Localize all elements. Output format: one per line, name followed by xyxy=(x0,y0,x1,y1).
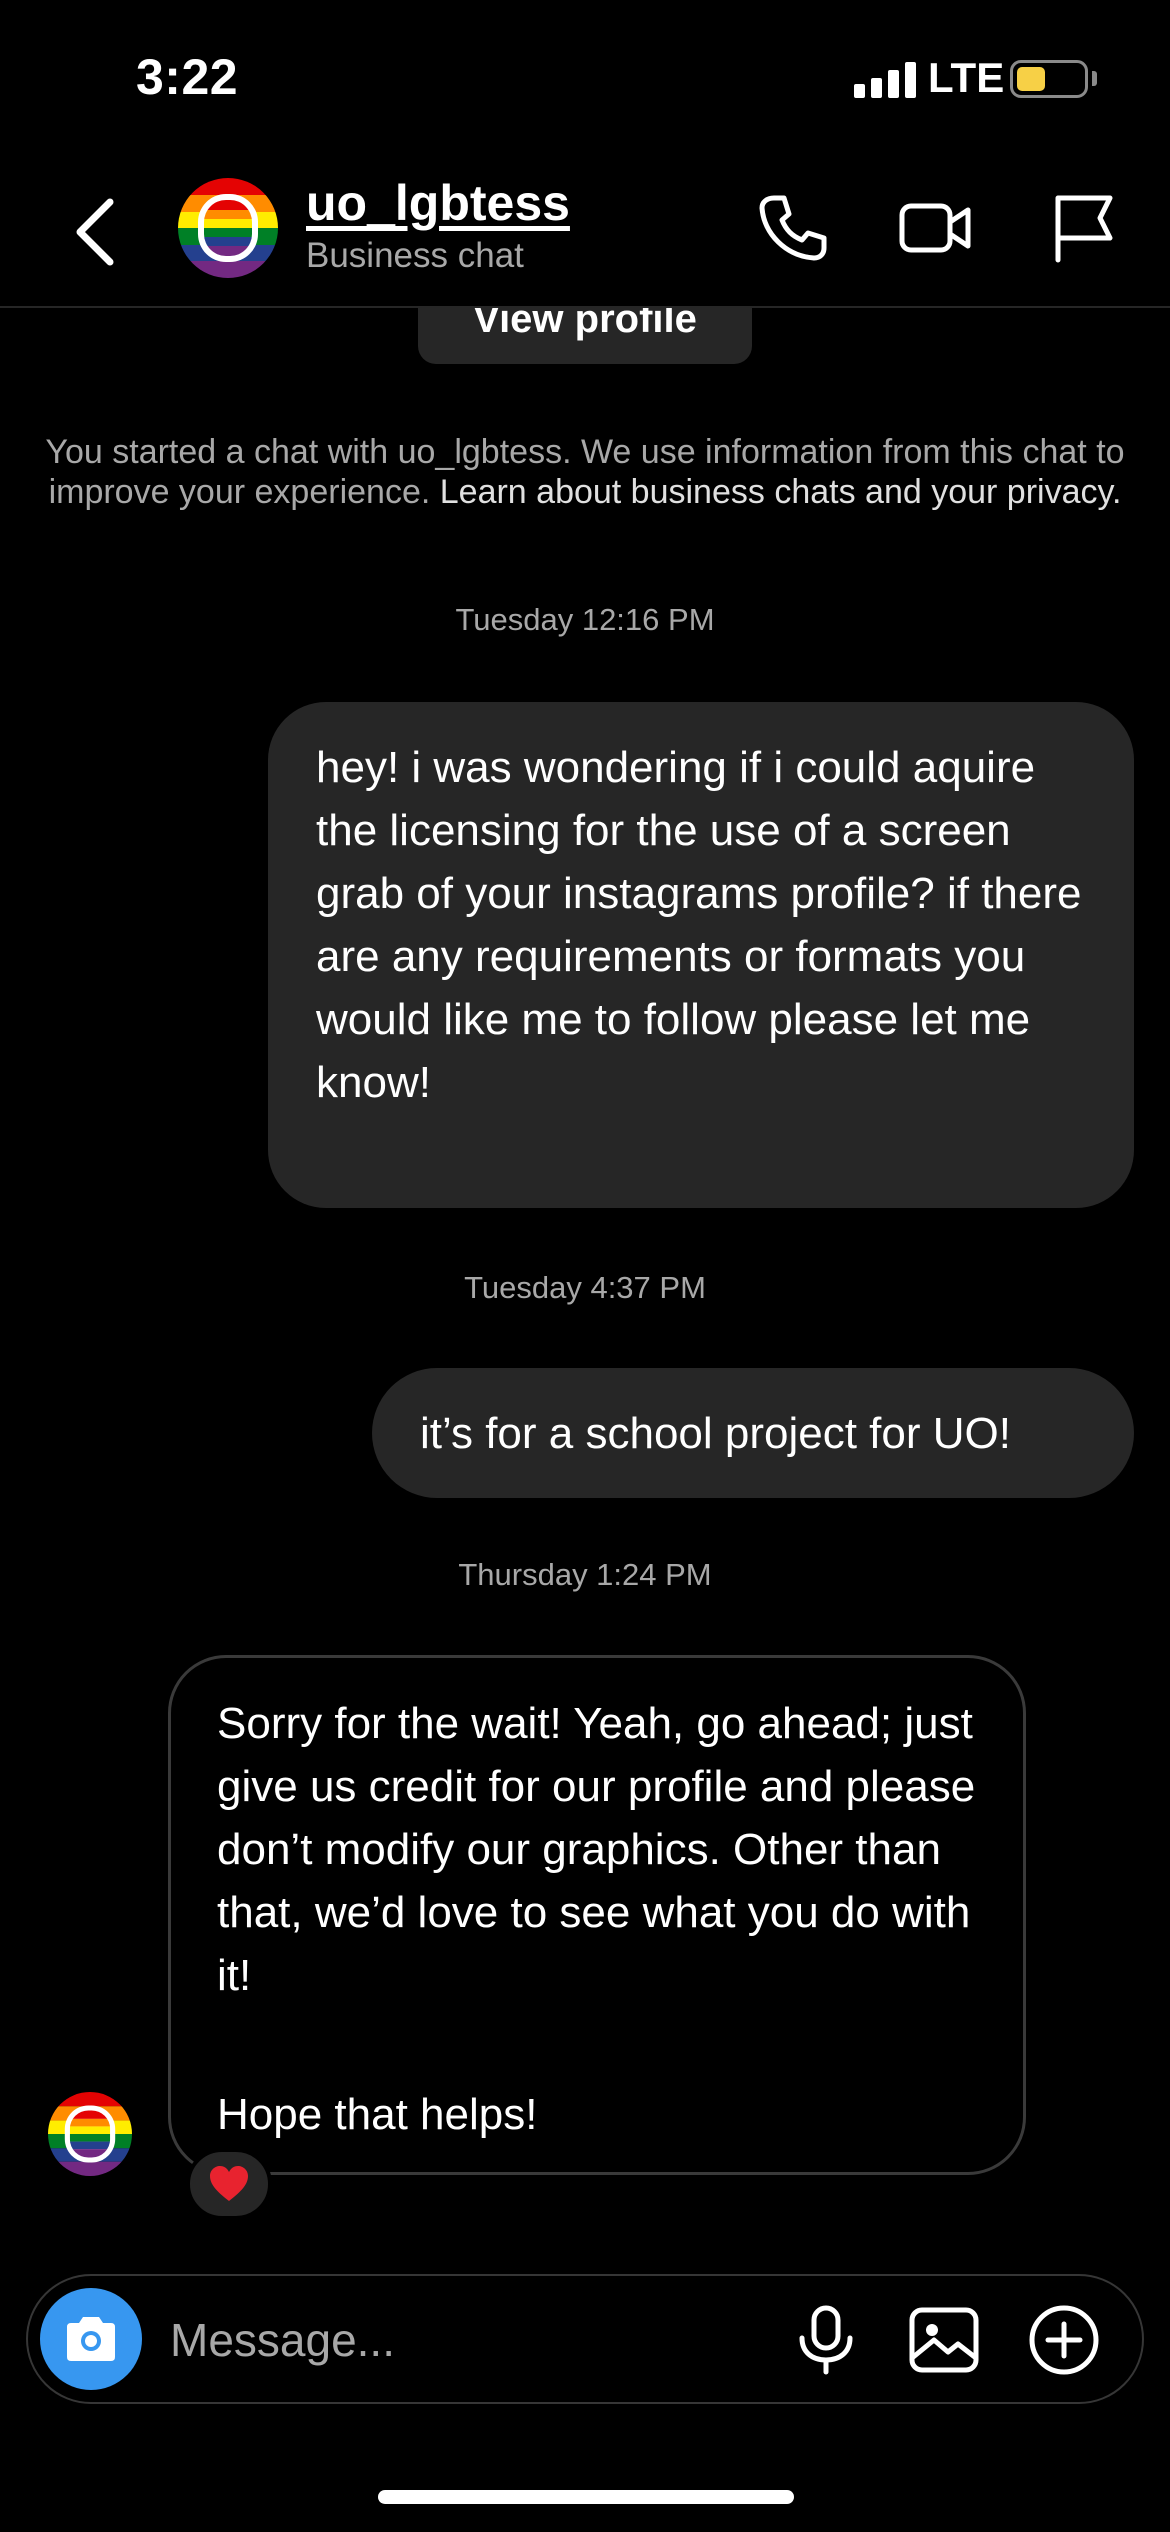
flag-icon[interactable] xyxy=(1044,188,1124,268)
incoming-message[interactable]: Sorry for the wait! Yeah, go ahead; just… xyxy=(168,1655,1026,2175)
chat-header: uo_lgbtess Business chat xyxy=(0,160,1170,308)
camera-button[interactable] xyxy=(40,2288,142,2390)
heart-reaction[interactable] xyxy=(186,2148,272,2220)
message-composer xyxy=(26,2274,1144,2404)
message-text: hey! i was wondering if i could aquire t… xyxy=(316,743,1082,1107)
signal-icon xyxy=(854,62,916,98)
video-call-icon[interactable] xyxy=(896,188,976,268)
battery-tip xyxy=(1092,71,1097,86)
outgoing-message[interactable]: hey! i was wondering if i could aquire t… xyxy=(268,702,1134,1208)
phone-icon[interactable] xyxy=(752,188,832,268)
add-icon[interactable] xyxy=(1024,2300,1104,2380)
camera-icon xyxy=(67,2317,115,2361)
message-text: it’s for a school project for UO! xyxy=(420,1409,1011,1458)
privacy-link[interactable]: Learn about business chats and your priv… xyxy=(440,473,1122,511)
chat-subtitle: Business chat xyxy=(306,236,524,275)
timestamp: Tuesday 12:16 PM xyxy=(455,602,715,637)
network-label: LTE xyxy=(928,54,1005,101)
outgoing-message[interactable]: it’s for a school project for UO! xyxy=(372,1368,1134,1498)
avatar[interactable] xyxy=(178,178,278,278)
message-text: Hope that helps! xyxy=(217,2090,538,2139)
business-chat-notice: You started a chat with uo_lgbtess. We u… xyxy=(28,432,1142,512)
timestamp: Tuesday 4:37 PM xyxy=(464,1270,706,1305)
message-input[interactable] xyxy=(170,2302,790,2378)
screen: 3:22 LTE View profile uo_lgbtess Busines… xyxy=(0,0,1170,2532)
sender-avatar[interactable] xyxy=(48,2092,132,2176)
gallery-icon[interactable] xyxy=(904,2300,984,2380)
message-text: Sorry for the wait! Yeah, go ahead; just… xyxy=(217,1699,976,2000)
heart-icon xyxy=(210,2166,248,2201)
battery-icon xyxy=(1010,60,1088,98)
timestamp: Thursday 1:24 PM xyxy=(458,1557,712,1592)
back-icon[interactable] xyxy=(66,192,126,272)
microphone-icon[interactable] xyxy=(786,2300,866,2380)
status-time: 3:22 xyxy=(136,49,239,105)
chat-username[interactable]: uo_lgbtess xyxy=(306,174,570,232)
home-indicator[interactable] xyxy=(378,2490,794,2504)
